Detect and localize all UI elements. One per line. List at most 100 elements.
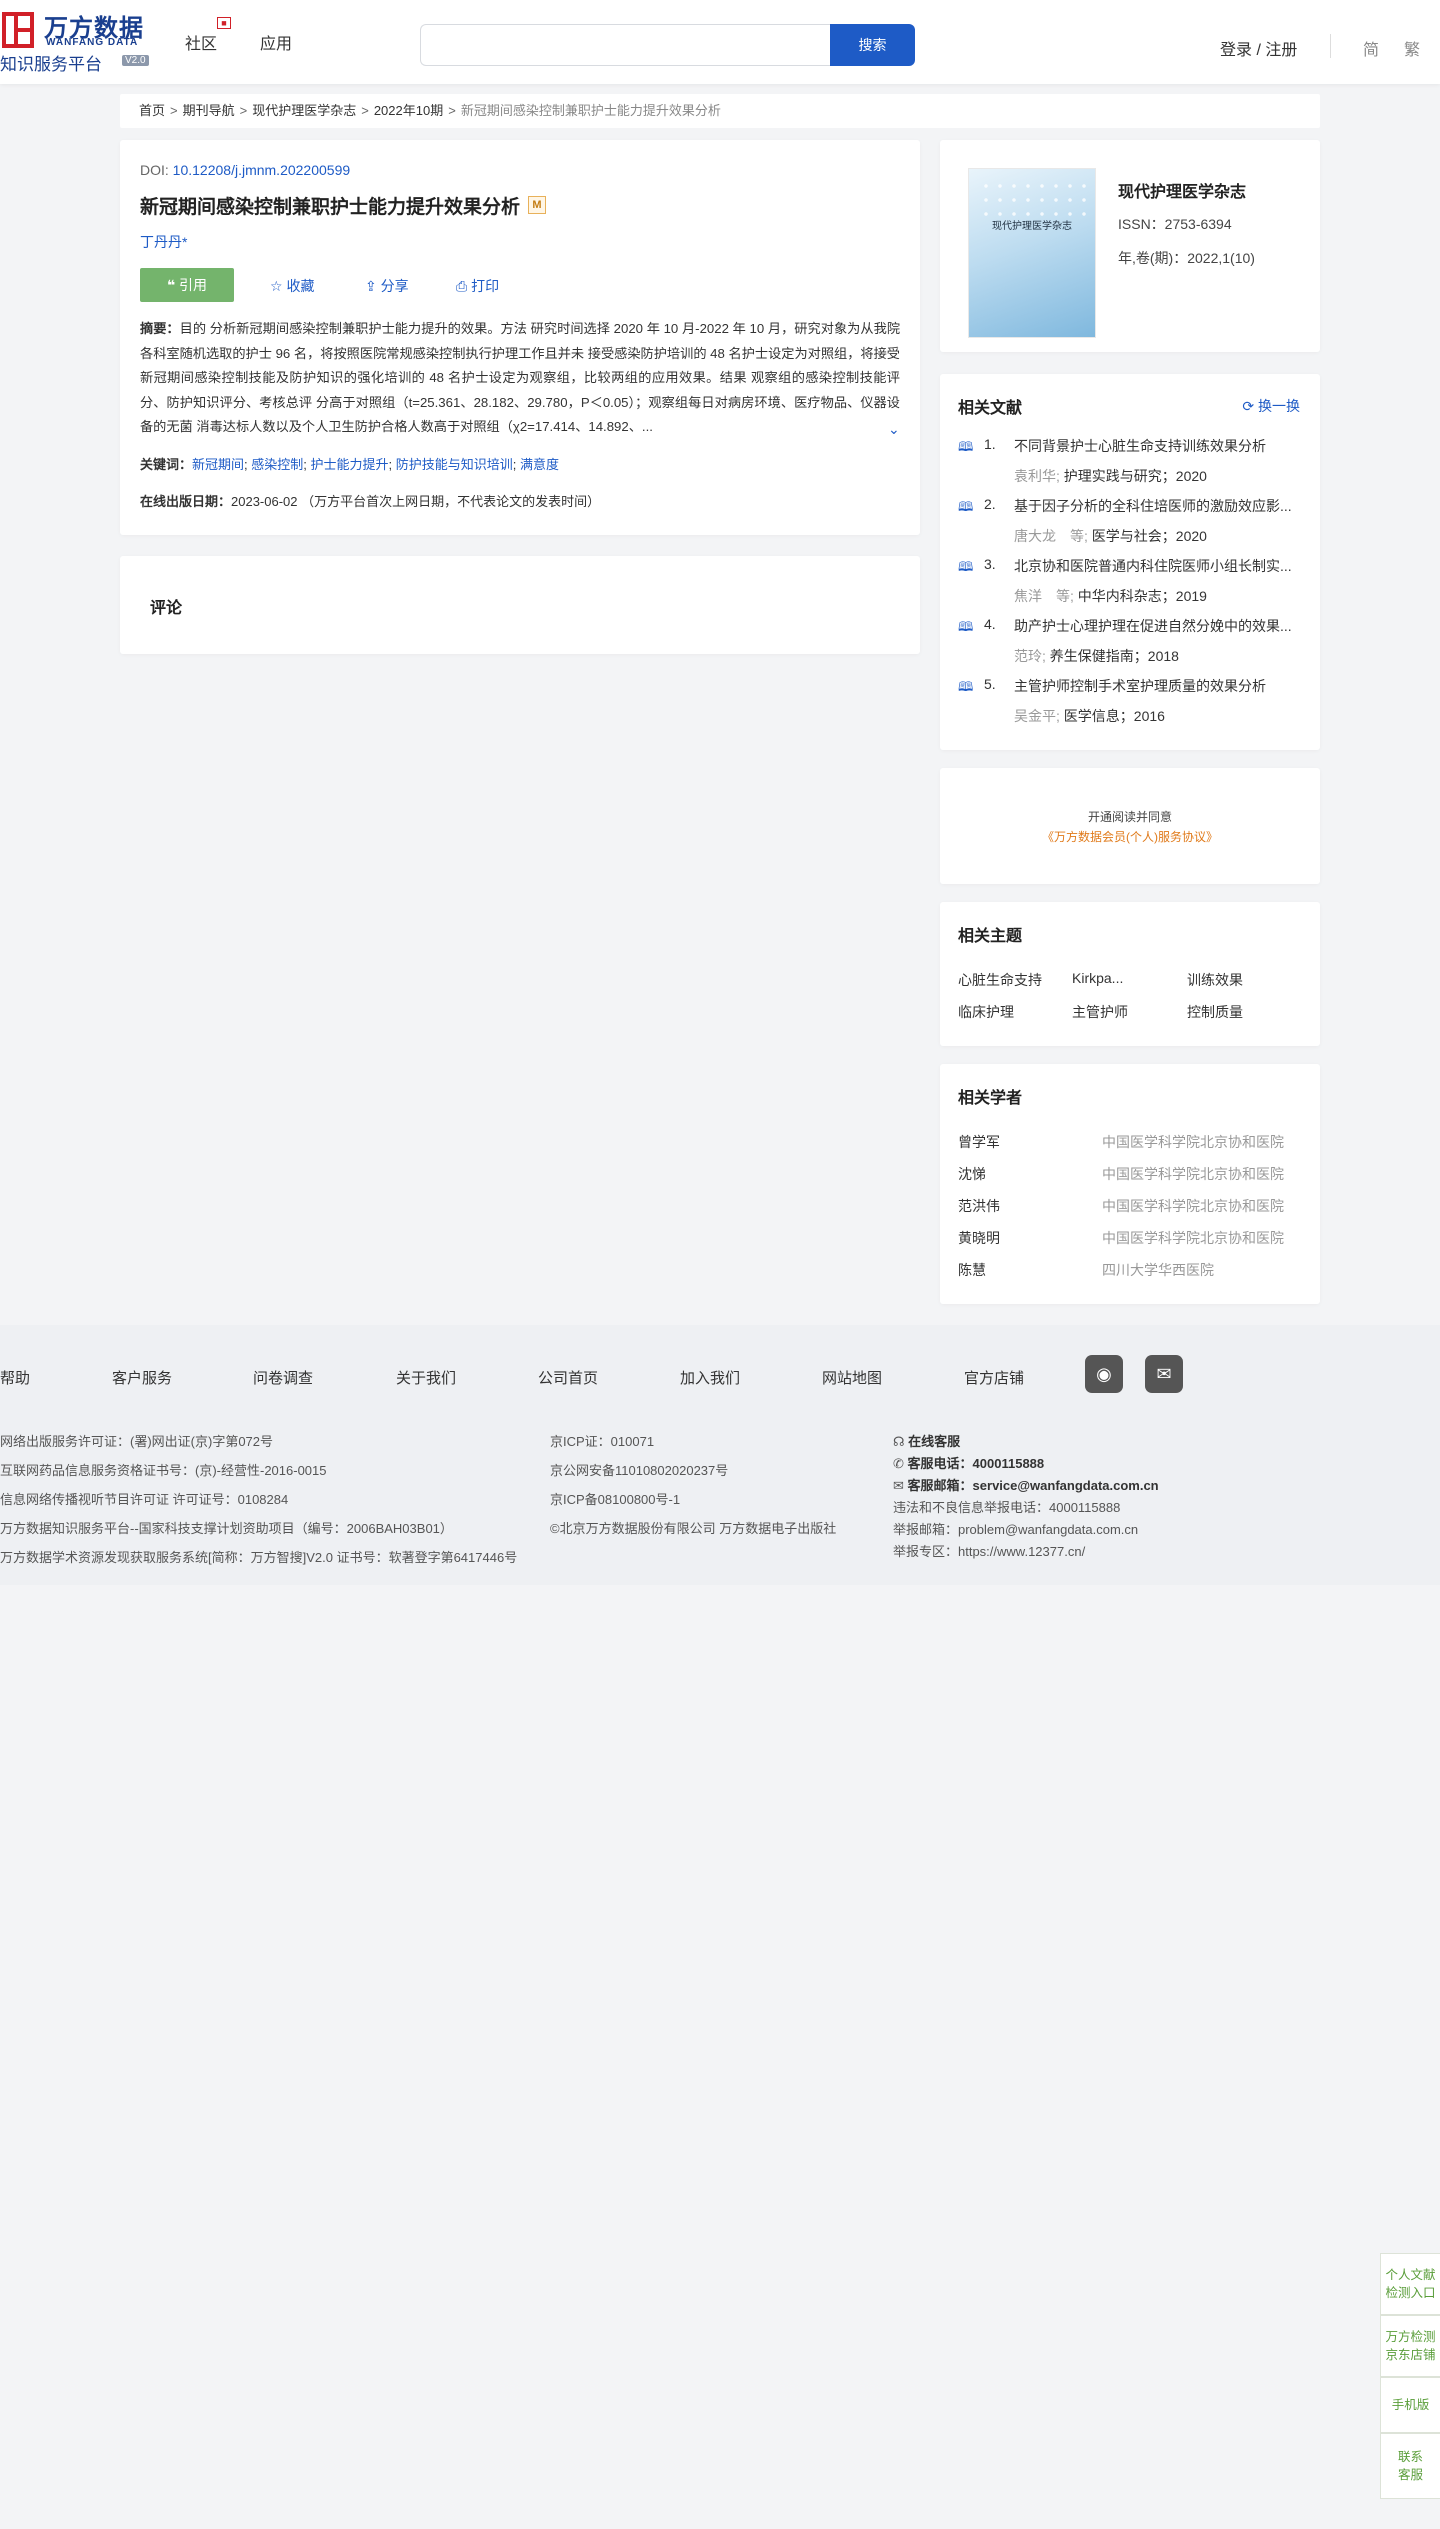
footer-link-about[interactable]: 关于我们 <box>396 1367 456 1388</box>
header-divider <box>1330 34 1331 58</box>
footer-link-customer-service[interactable]: 客户服务 <box>112 1367 172 1388</box>
keyword[interactable]: 满意度 <box>520 457 559 472</box>
breadcrumb-home[interactable]: 首页 <box>139 103 165 118</box>
topic-tag[interactable]: 心脏生命支持 <box>958 970 1042 990</box>
cite-button[interactable]: ❝ 引用 <box>140 268 234 302</box>
top-header: 万方数据 WANFANG DATA 知识服务平台 V2.0 社区 ■ 应用 搜索… <box>0 0 1440 84</box>
article-card: DOI: 10.12208/j.jmnm.202200599 新冠期间感染控制兼… <box>120 140 920 535</box>
footer: 帮助 客户服务 问卷调查 关于我们 公司首页 加入我们 网站地图 官方店铺 ◉ … <box>0 1325 1440 1585</box>
pubdate-line: 在线出版日期：2023-06-02 （万方平台首次上网日期，不代表论文的发表时间… <box>140 494 601 509</box>
abstract: 摘要：目的 分析新冠期间感染控制兼职护士能力提升的效果。方法 研究时间选择 20… <box>140 321 900 434</box>
quote-icon: ❝ <box>166 277 176 293</box>
report-phone: 违法和不良信息举报电话：4000115888 <box>893 1500 1121 1515</box>
doi-link[interactable]: 10.12208/j.jmnm.202200599 <box>173 162 350 178</box>
footer-link-store[interactable]: 官方店铺 <box>964 1367 1024 1388</box>
cover-pattern <box>979 179 1087 219</box>
login-register-link[interactable]: 登录 / 注册 <box>1220 36 1297 60</box>
journal-cover[interactable]: 现代护理医学杂志 <box>968 168 1096 338</box>
breadcrumb-current: 新冠期间感染控制兼职护士能力提升效果分析 <box>460 103 721 118</box>
nav-community[interactable]: 社区 <box>185 30 217 54</box>
mail-icon: ✉ <box>893 1478 904 1493</box>
related-doc-meta: 唐大龙 等; 医学与社会；2020 <box>1014 528 1207 544</box>
journal-year-issue: 年,卷(期)：2022,1(10) <box>1118 250 1255 266</box>
float-contact-service[interactable]: 联系客服 <box>1380 2433 1440 2499</box>
comment-card: 评论 <box>120 556 920 654</box>
topic-tag[interactable]: 控制质量 <box>1187 1002 1243 1022</box>
refresh-button[interactable]: ⟳ 换一换 <box>1242 396 1300 416</box>
footer-link-help[interactable]: 帮助 <box>0 1367 30 1388</box>
keywords-line: 关键词：新冠期间; 感染控制; 护士能力提升; 防护技能与知识培训; 满意度 <box>140 457 560 472</box>
related-doc-title[interactable]: 基于因子分析的全科住培医师的激励效应影... <box>1014 496 1314 516</box>
footer-icp[interactable]: 京ICP备08100800号-1 <box>550 1489 680 1508</box>
pubdate-value: 2023-06-02 （万方平台首次上网日期，不代表论文的发表时间） <box>231 494 601 509</box>
breadcrumb-journal-nav[interactable]: 期刊导航 <box>183 103 235 118</box>
related-doc-title[interactable]: 主管护师控制手术室护理质量的效果分析 <box>1014 676 1314 696</box>
lang-traditional[interactable]: 繁 <box>1404 36 1420 60</box>
collect-button[interactable]: ☆ 收藏 <box>270 276 314 296</box>
scholars-title: 相关学者 <box>958 1090 1023 1107</box>
wechat-icon[interactable]: ✉ <box>1145 1355 1183 1393</box>
footer-icp[interactable]: 京公网安备11010802020237号 <box>550 1460 728 1479</box>
journal-issn: ISSN：2753-6394 <box>1118 216 1232 232</box>
keyword[interactable]: 感染控制 <box>251 457 303 472</box>
scholar-org: 中国医学科学院北京协和医院 <box>1102 1230 1284 1246</box>
author-link[interactable]: 丁丹丹* <box>140 232 187 252</box>
footer-link-survey[interactable]: 问卷调查 <box>253 1367 313 1388</box>
search-button[interactable]: 搜索 <box>830 24 915 66</box>
footer-link-join[interactable]: 加入我们 <box>680 1367 740 1388</box>
search-input[interactable] <box>420 24 830 66</box>
footer-icp[interactable]: 京ICP证：010071 <box>550 1431 654 1450</box>
related-docs-card: 相关文献 ⟳ 换一换 🕮 1. 不同背景护士心脏生命支持训练效果分析 袁利华; … <box>940 374 1320 750</box>
weibo-icon[interactable]: ◉ <box>1085 1355 1123 1393</box>
nav-apps[interactable]: 应用 <box>260 30 292 54</box>
keyword[interactable]: 新冠期间 <box>192 457 244 472</box>
cover-title: 现代护理医学杂志 <box>992 221 1072 232</box>
topic-tag[interactable]: Kirkpa... <box>1072 970 1123 986</box>
print-button[interactable]: ⎙ 打印 <box>456 276 499 296</box>
keyword[interactable]: 防护技能与知识培训 <box>396 457 513 472</box>
expand-abstract-icon[interactable]: ⌄ <box>888 421 900 438</box>
topic-tag[interactable]: 临床护理 <box>958 1002 1014 1022</box>
topic-tag[interactable]: 主管护师 <box>1072 1002 1128 1022</box>
refresh-icon: ⟳ <box>1242 398 1255 414</box>
related-doc-title[interactable]: 助产护士心理护理在促进自然分娩中的效果... <box>1014 616 1314 636</box>
topic-tag[interactable]: 训练效果 <box>1187 970 1243 990</box>
topics-title: 相关主题 <box>958 928 1023 945</box>
float-mobile[interactable]: 手机版 <box>1380 2377 1440 2433</box>
related-doc-title[interactable]: 不同背景护士心脏生命支持训练效果分析 <box>1014 436 1314 456</box>
service-agreement-link[interactable]: 《万方数据会员(个人)服务协议》 <box>940 828 1320 845</box>
related-doc-meta: 范玲; 养生保健指南；2018 <box>1014 648 1179 664</box>
keyword[interactable]: 护士能力提升 <box>311 457 389 472</box>
journal-name-link[interactable]: 现代护理医学杂志 <box>1118 178 1246 202</box>
related-doc-meta: 袁利华; 护理实践与研究；2020 <box>1014 468 1207 484</box>
scholar-name[interactable]: 范洪伟 <box>958 1196 1000 1216</box>
scholar-name[interactable]: 黄晓明 <box>958 1228 1000 1248</box>
float-jd-store[interactable]: 万方检测京东店铺 <box>1380 2315 1440 2377</box>
breadcrumb-issue[interactable]: 2022年10期 <box>374 103 443 118</box>
scholar-name[interactable]: 沈悌 <box>958 1164 986 1184</box>
footer-copyright: ©北京万方数据股份有限公司 万方数据电子出版社 <box>550 1521 837 1536</box>
online-service-link[interactable]: ☊ 在线客服 <box>893 1431 960 1450</box>
footer-link-company[interactable]: 公司首页 <box>538 1367 598 1388</box>
share-button[interactable]: ⇪ 分享 <box>365 276 409 296</box>
scholar-org: 中国医学科学院北京协和医院 <box>1102 1198 1284 1214</box>
breadcrumb-journal[interactable]: 现代护理医学杂志 <box>252 103 356 118</box>
footer-license: 网络出版服务许可证：(署)网出证(京)字第072号 <box>0 1434 274 1449</box>
scholar-org: 中国医学科学院北京协和医院 <box>1102 1166 1284 1182</box>
scholar-name[interactable]: 陈慧 <box>958 1260 986 1280</box>
scholar-name[interactable]: 曾学军 <box>958 1132 1000 1152</box>
book-icon: 🕮 <box>958 439 974 454</box>
footer-license: 信息网络传播视听节目许可证 许可证号：0108284 <box>0 1492 289 1507</box>
footer-link-sitemap[interactable]: 网站地图 <box>822 1367 882 1388</box>
book-icon: 🕮 <box>958 499 974 514</box>
service-email: ✉ 客服邮箱：service@wanfangdata.com.cn <box>893 1478 1159 1493</box>
report-zone-link[interactable]: 举报专区：https://www.12377.cn/ <box>893 1541 1085 1560</box>
book-icon: 🕮 <box>958 559 974 574</box>
logo-subtitle: 知识服务平台 <box>0 55 102 74</box>
m-badge-icon[interactable]: M <box>528 196 546 214</box>
related-doc-title[interactable]: 北京协和医院普通内科住院医师小组长制实... <box>1014 556 1314 576</box>
book-icon: 🕮 <box>958 619 974 634</box>
float-doc-check[interactable]: 个人文献检测入口 <box>1380 2253 1440 2315</box>
lang-simplified[interactable]: 简 <box>1363 36 1379 60</box>
wanfang-logo[interactable]: 万方数据 WANFANG DATA 知识服务平台 V2.0 <box>0 6 160 74</box>
